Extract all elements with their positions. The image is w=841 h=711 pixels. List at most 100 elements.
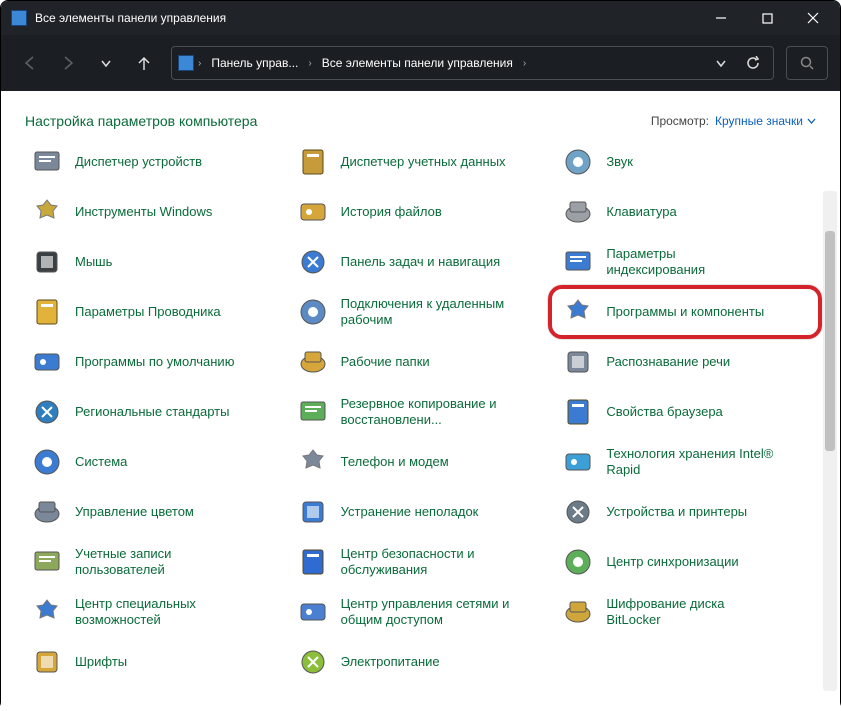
item-icon xyxy=(297,296,329,328)
scrollbar-thumb[interactable] xyxy=(825,231,835,451)
back-button[interactable] xyxy=(13,46,47,80)
item-label: Учетные записи пользователей xyxy=(75,546,245,579)
close-button[interactable] xyxy=(790,1,836,35)
control-panel-item[interactable]: Управление цветом xyxy=(25,487,285,537)
item-icon xyxy=(562,396,594,428)
item-label: Технология хранения Intel® Rapid xyxy=(606,446,776,479)
control-panel-item[interactable]: Панель задач и навигация xyxy=(291,237,551,287)
item-icon xyxy=(31,546,63,578)
up-button[interactable] xyxy=(127,46,161,80)
item-label: Управление цветом xyxy=(75,504,194,520)
item-label: Диспетчер устройств xyxy=(75,154,202,170)
item-label: Программы по умолчанию xyxy=(75,354,234,370)
control-panel-item[interactable]: Рабочие папки xyxy=(291,337,551,387)
item-label: Рабочие папки xyxy=(341,354,430,370)
item-label: Электропитание xyxy=(341,654,440,670)
control-panel-item[interactable]: Диспетчер учетных данных xyxy=(291,137,551,187)
breadcrumb-current[interactable]: Все элементы панели управления xyxy=(316,52,519,74)
item-icon xyxy=(31,146,63,178)
maximize-button[interactable] xyxy=(744,1,790,35)
item-label: Инструменты Windows xyxy=(75,204,212,220)
item-icon xyxy=(297,396,329,428)
item-label: Параметры индексирования xyxy=(606,246,776,279)
item-icon xyxy=(562,496,594,528)
control-panel-item[interactable]: Шифрование диска BitLocker xyxy=(556,587,816,637)
item-icon xyxy=(297,646,329,678)
control-panel-item[interactable]: Электропитание xyxy=(291,637,551,687)
control-panel-item[interactable]: Звук xyxy=(556,137,816,187)
control-panel-item[interactable]: Региональные стандарты xyxy=(25,387,285,437)
search-input[interactable] xyxy=(786,46,828,80)
item-label: Клавиатура xyxy=(606,204,676,220)
item-icon xyxy=(31,596,63,628)
control-panel-item[interactable]: Параметры Проводника xyxy=(25,287,285,337)
address-bar[interactable]: › Панель управ... › Все элементы панели … xyxy=(171,46,774,80)
window-title: Все элементы панели управления xyxy=(35,11,698,25)
address-dropdown[interactable] xyxy=(707,49,735,77)
item-label: Шифрование диска BitLocker xyxy=(606,596,776,629)
minimize-button[interactable] xyxy=(698,1,744,35)
refresh-button[interactable] xyxy=(739,49,767,77)
control-panel-item[interactable]: Клавиатура xyxy=(556,187,816,237)
item-icon xyxy=(31,496,63,528)
item-label: Центр специальных возможностей xyxy=(75,596,245,629)
item-label: Мышь xyxy=(75,254,112,270)
item-label: История файлов xyxy=(341,204,442,220)
control-panel-item[interactable]: Программы по умолчанию xyxy=(25,337,285,387)
recent-dropdown[interactable] xyxy=(89,46,123,80)
breadcrumb-root[interactable]: Панель управ... xyxy=(205,52,304,74)
item-icon xyxy=(297,146,329,178)
item-label: Распознавание речи xyxy=(606,354,730,370)
control-panel-item[interactable]: Программы и компоненты xyxy=(556,287,816,337)
control-panel-item[interactable]: Устранение неполадок xyxy=(291,487,551,537)
control-panel-item[interactable]: Шрифты xyxy=(25,637,285,687)
item-icon xyxy=(562,246,594,278)
control-panel-item[interactable]: Технология хранения Intel® Rapid xyxy=(556,437,816,487)
item-icon xyxy=(31,446,63,478)
item-label: Региональные стандарты xyxy=(75,404,229,420)
item-label: Программы и компоненты xyxy=(606,304,764,320)
item-icon xyxy=(297,596,329,628)
control-panel-item[interactable]: Свойства браузера xyxy=(556,387,816,437)
control-panel-item[interactable]: Распознавание речи xyxy=(556,337,816,387)
chevron-right-icon: › xyxy=(308,58,311,69)
control-panel-item[interactable]: Телефон и модем xyxy=(291,437,551,487)
item-icon xyxy=(31,296,63,328)
control-panel-item[interactable]: Центр управления сетями и общим доступом xyxy=(291,587,551,637)
control-panel-item[interactable]: Подключения к удаленным рабочим xyxy=(291,287,551,337)
item-icon xyxy=(562,596,594,628)
item-label: Центр управления сетями и общим доступом xyxy=(341,596,511,629)
control-panel-item[interactable]: Центр синхронизации xyxy=(556,537,816,587)
item-icon xyxy=(297,196,329,228)
control-panel-item[interactable]: Инструменты Windows xyxy=(25,187,285,237)
item-icon xyxy=(562,546,594,578)
view-selector[interactable]: Просмотр: Крупные значки xyxy=(651,114,816,128)
item-icon xyxy=(297,446,329,478)
control-panel-item[interactable]: Учетные записи пользователей xyxy=(25,537,285,587)
control-panel-item[interactable]: Центр безопасности и обслуживания xyxy=(291,537,551,587)
control-panel-item[interactable]: Центр специальных возможностей xyxy=(25,587,285,637)
item-icon xyxy=(31,346,63,378)
item-icon xyxy=(31,196,63,228)
item-icon xyxy=(297,246,329,278)
app-icon xyxy=(11,10,27,26)
control-panel-item[interactable]: Система xyxy=(25,437,285,487)
forward-button[interactable] xyxy=(51,46,85,80)
control-panel-item[interactable]: Параметры индексирования xyxy=(556,237,816,287)
item-icon xyxy=(562,346,594,378)
item-label: Панель задач и навигация xyxy=(341,254,501,270)
control-panel-item[interactable]: Диспетчер устройств xyxy=(25,137,285,187)
item-label: Устранение неполадок xyxy=(341,504,479,520)
control-panel-item[interactable]: История файлов xyxy=(291,187,551,237)
control-panel-item[interactable]: Устройства и принтеры xyxy=(556,487,816,537)
content-area: Настройка параметров компьютера Просмотр… xyxy=(1,91,840,711)
page-title: Настройка параметров компьютера xyxy=(25,113,257,129)
control-panel-item[interactable]: Резервное копирование и восстановлени... xyxy=(291,387,551,437)
item-label: Центр синхронизации xyxy=(606,554,738,570)
item-icon xyxy=(297,546,329,578)
item-label: Свойства браузера xyxy=(606,404,722,420)
control-panel-item[interactable]: Мышь xyxy=(25,237,285,287)
scrollbar[interactable] xyxy=(823,191,837,691)
item-label: Параметры Проводника xyxy=(75,304,221,320)
item-label: Устройства и принтеры xyxy=(606,504,747,520)
